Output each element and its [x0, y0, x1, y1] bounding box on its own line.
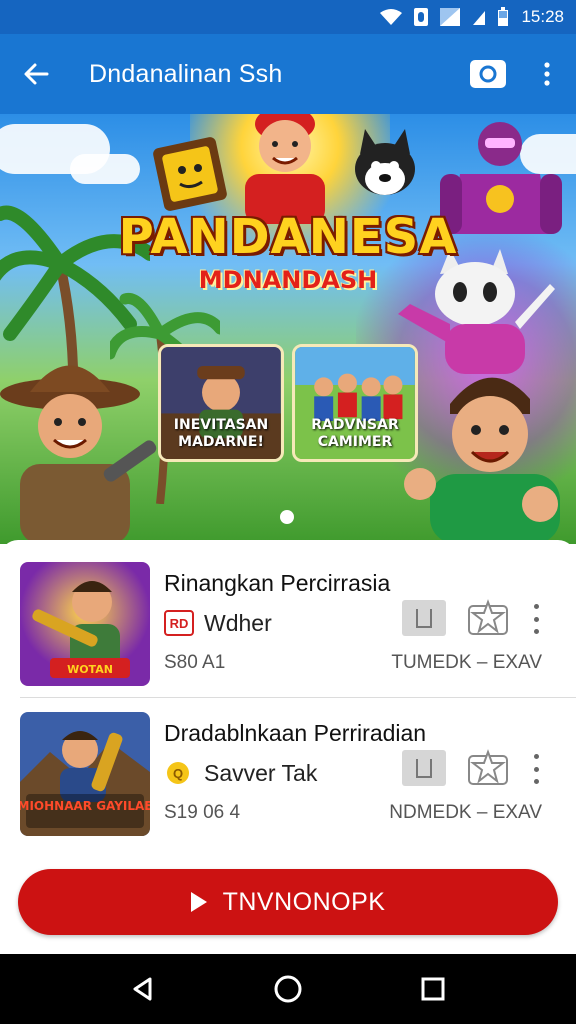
- back-triangle-icon: [133, 977, 152, 1001]
- banner-title: PANDANESA: [118, 209, 458, 265]
- promo-card-1[interactable]: INEVITASAN MADARNE!: [158, 344, 284, 462]
- signal-icon: [439, 7, 461, 27]
- battery-icon: [497, 7, 509, 27]
- cowboy-character: [0, 365, 157, 544]
- status-bar: 15:28: [0, 0, 576, 34]
- game-title: Dradablnkaan Perriradian: [164, 720, 427, 746]
- item-more-button[interactable]: [528, 754, 544, 784]
- primary-action-label: TNVNONOPK: [222, 887, 386, 916]
- hero-character-top: [245, 114, 325, 224]
- emblem-badge: [153, 137, 227, 211]
- page-indicator-dot[interactable]: [280, 510, 294, 524]
- game-title: Rinangkan Percirrasia: [164, 570, 391, 596]
- game-tag: TUMEDK – EXAV: [391, 652, 542, 673]
- notification-icon: [413, 7, 429, 27]
- app-bar: Dndanalinan Ssh: [0, 34, 576, 114]
- more-vert-icon: [544, 62, 550, 86]
- game-thumbnail: WOTAN: [20, 562, 150, 686]
- star-badge-icon: [468, 749, 508, 785]
- primary-action-button[interactable]: TNVNONOPK: [18, 869, 558, 935]
- thumb-text: MIOHNAAR GAYILAE: [20, 799, 150, 813]
- promo-card-2[interactable]: RADVNSAR CAMIMER: [292, 344, 418, 462]
- app-title: Dndanalinan Ssh: [89, 59, 283, 88]
- list-divider: [20, 697, 576, 698]
- install-box-button[interactable]: [402, 750, 446, 786]
- dog-character: [355, 129, 415, 195]
- promo-card-label: RADVNSAR CAMIMER: [311, 417, 399, 450]
- game-thumbnail: MIOHNAAR GAYILAE: [20, 712, 150, 836]
- status-time: 15:28: [521, 7, 564, 26]
- more-options-button[interactable]: [532, 34, 562, 114]
- home-circle-icon: [274, 975, 302, 1003]
- game-meta: S80 A1: [164, 652, 226, 673]
- arrow-back-icon: [24, 63, 49, 85]
- favorite-button[interactable]: [466, 748, 510, 788]
- game-meta: S19 06 4: [164, 802, 241, 823]
- item-more-button[interactable]: [528, 604, 544, 634]
- publisher-name: Wdher: [204, 610, 272, 636]
- back-button[interactable]: [0, 34, 72, 114]
- promo-banner[interactable]: PANDANESA MDNANDASH INEVITASAN MADARNE! …: [0, 114, 576, 544]
- signal-bars-icon: [471, 8, 487, 26]
- game-thumbnail-art: MIOHNAAR GAYILAE: [20, 712, 150, 836]
- publisher-badge-text: RD: [170, 616, 189, 631]
- install-box-button[interactable]: [402, 600, 446, 636]
- camera-button[interactable]: [470, 60, 506, 88]
- publisher-name: Savver Tak: [204, 760, 318, 786]
- game-thumbnail-art: WOTAN: [20, 562, 150, 686]
- camera-icon: [479, 65, 497, 83]
- play-icon: [190, 892, 207, 912]
- box-icon: [416, 759, 432, 778]
- favorite-button[interactable]: [466, 598, 510, 638]
- publisher-badge-text: Q: [173, 766, 183, 781]
- cloud-decoration: [70, 154, 140, 184]
- nav-recents-button[interactable]: [413, 969, 453, 1009]
- list-item[interactable]: WOTAN Rinangkan Percirrasia RD Wdher S80…: [0, 560, 576, 710]
- box-icon: [416, 609, 432, 628]
- nav-back-button[interactable]: [123, 969, 163, 1009]
- promo-card-label: INEVITASAN MADARNE!: [173, 417, 269, 450]
- nav-home-button[interactable]: [268, 969, 308, 1009]
- list-item[interactable]: MIOHNAAR GAYILAE Dradablnkaan Perriradia…: [0, 710, 576, 860]
- game-tag: NDMEDK – EXAV: [389, 802, 542, 823]
- system-nav-bar: [0, 954, 576, 1024]
- wifi-icon: [379, 8, 403, 26]
- banner-subtitle: MDNANDASH: [198, 266, 378, 294]
- star-badge-icon: [468, 599, 508, 635]
- recents-square-icon: [421, 977, 445, 1001]
- publisher-icon: Q: [164, 760, 194, 786]
- boy-character: [404, 377, 560, 544]
- thumb-text: WOTAN: [67, 663, 113, 676]
- publisher-icon: RD: [164, 610, 194, 636]
